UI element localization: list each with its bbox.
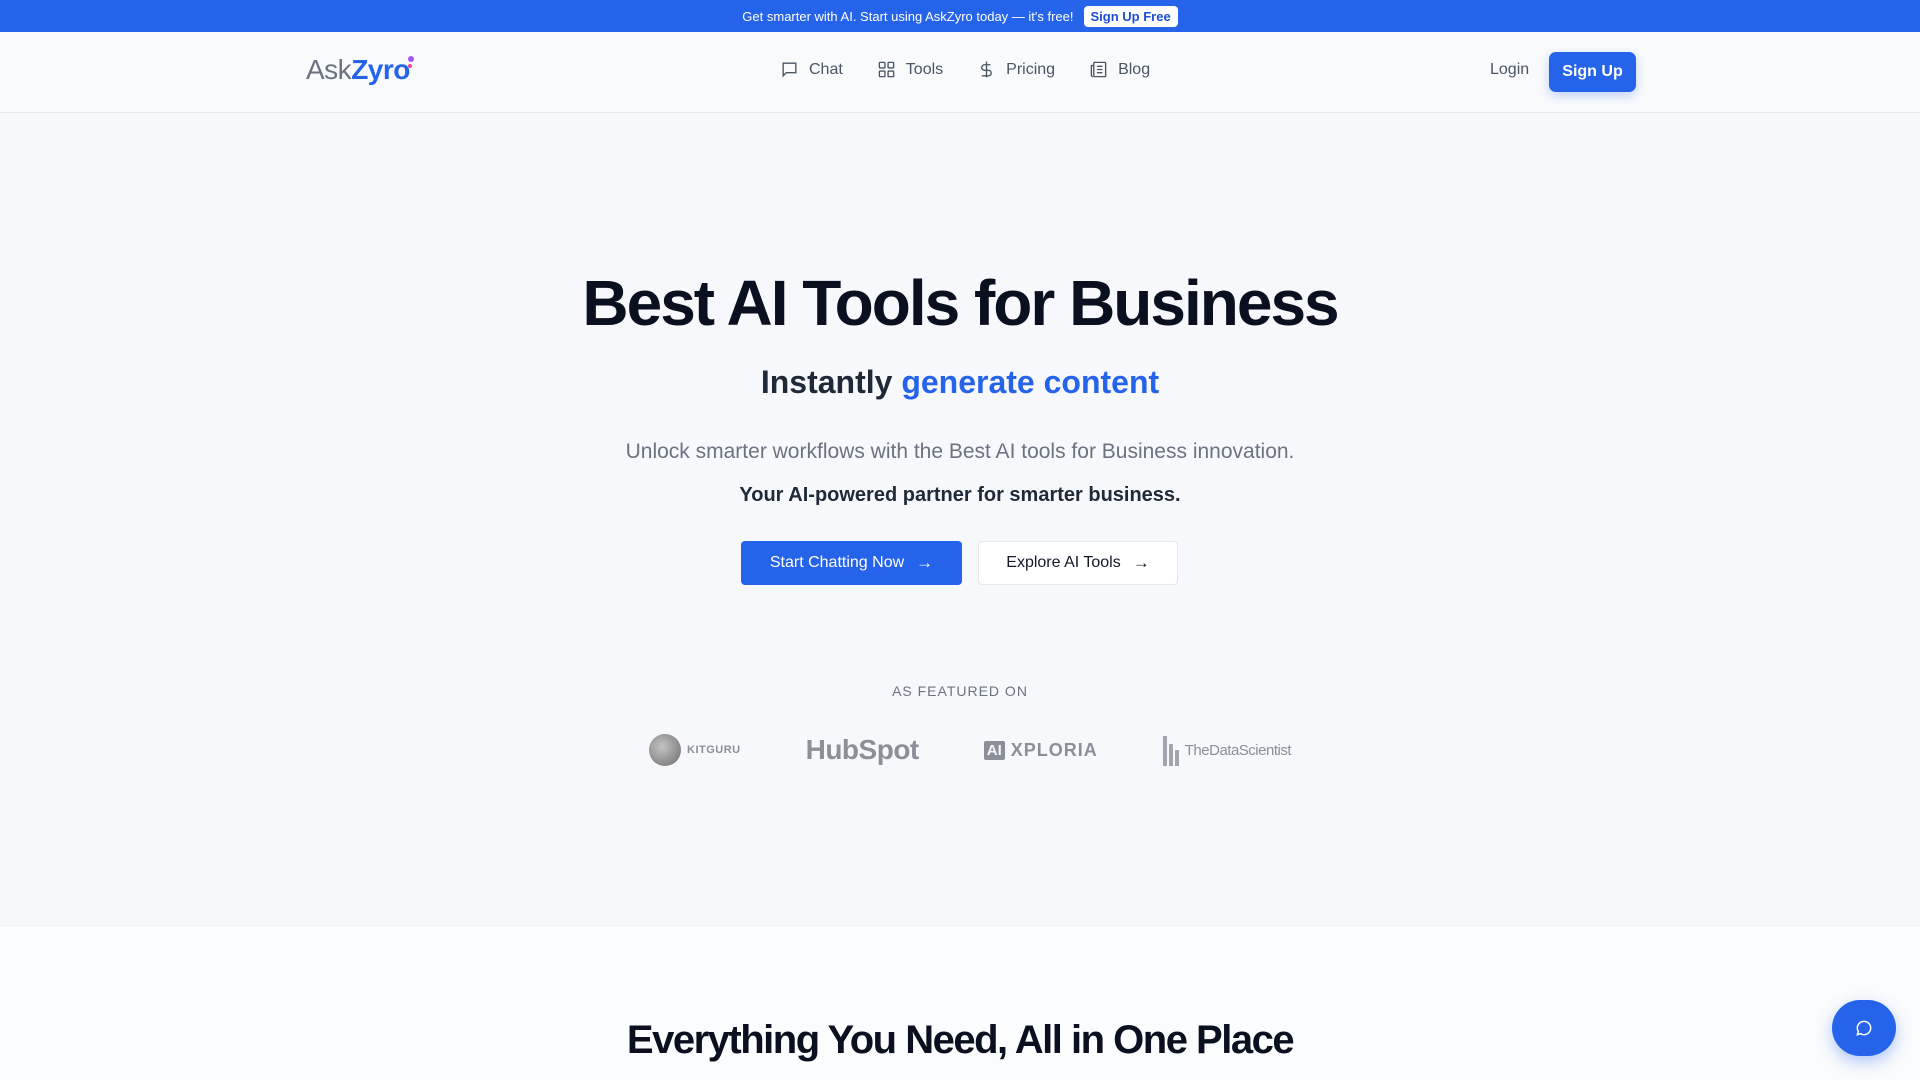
thedatascientist-text: TheDataScientist: [1184, 741, 1292, 759]
hubspot-text: HubSpot: [805, 734, 920, 765]
hubspot-logo: HubSpot: [805, 734, 920, 766]
hero-subtitle: Instantly generate content: [0, 364, 1920, 401]
nav-label-tools: Tools: [905, 60, 944, 78]
logo-prefix: Ask: [306, 54, 352, 85]
aixploria-logo: AI XPLORIA: [983, 739, 1098, 761]
bars-icon: [1162, 734, 1179, 766]
featured-logos: KITGURU HubSpot AI XPLORIA TheDataScient…: [649, 730, 1292, 770]
signup-button[interactable]: Sign Up: [1549, 52, 1636, 92]
nav-label-chat: Chat: [809, 60, 843, 78]
main-nav: Chat Tools Pricing Blog: [780, 60, 1150, 79]
features-title: Everything You Need, All in One Place: [626, 1018, 1295, 1062]
signup-free-button[interactable]: Sign Up Free: [1083, 5, 1178, 27]
nav-label-blog: Blog: [1118, 60, 1151, 78]
aixploria-text: XPLORIA: [1010, 739, 1098, 760]
hero-cta-row: Start Chatting Now → Explore AI Tools →: [741, 541, 1178, 585]
dollar-icon: [981, 61, 993, 78]
hero-subtitle-accent: generate content: [901, 364, 1160, 400]
hero-subtitle-prefix: Instantly: [760, 364, 893, 400]
explore-tools-button[interactable]: Explore AI Tools →: [978, 541, 1178, 585]
logo-dot-secondary: [407, 64, 412, 68]
grid-icon: [878, 61, 895, 78]
chat-widget-button[interactable]: [1832, 1000, 1896, 1056]
nav-item-tools[interactable]: Tools: [877, 60, 943, 79]
kitguru-text: KITGURU: [687, 744, 741, 756]
chat-bubble-icon: [1856, 1020, 1872, 1036]
arrow-right-icon: →: [1132, 553, 1150, 572]
aixploria-box: AI: [983, 740, 1005, 760]
start-chatting-button[interactable]: Start Chatting Now →: [741, 541, 962, 585]
logo-dot: [407, 56, 414, 62]
nav-item-chat[interactable]: Chat: [780, 60, 843, 79]
announcement-bar: Get smarter with AI. Start using AskZyro…: [0, 0, 1920, 32]
featured-label: AS FEATURED ON: [892, 683, 1028, 699]
hero-description: Unlock smarter workflows with the Best A…: [625, 440, 1295, 463]
thedatascientist-logo: TheDataScientist: [1162, 734, 1292, 766]
logo-suffix: Zyro: [351, 54, 414, 86]
nav-label-pricing: Pricing: [1006, 60, 1056, 78]
chat-icon: [782, 62, 797, 78]
hero-title: Best AI Tools for Business: [582, 267, 1339, 339]
start-chatting-label: Start Chatting Now: [769, 554, 905, 571]
nav-item-pricing[interactable]: Pricing: [977, 60, 1055, 79]
hero-tagline: Your AI-powered partner for smarter busi…: [739, 484, 1181, 506]
site-header: Ask Zyro Chat Tools Pricing Blog Login S…: [0, 32, 1920, 113]
askzyro-logo[interactable]: Ask Zyro: [306, 54, 414, 86]
kitguru-emblem: [649, 734, 681, 766]
newspaper-icon: [1090, 61, 1107, 78]
announcement-text: Get smarter with AI. Start using AskZyro…: [742, 8, 1074, 24]
explore-tools-label: Explore AI Tools: [1006, 554, 1121, 571]
nav-item-blog[interactable]: Blog: [1089, 60, 1150, 79]
login-link[interactable]: Login: [1490, 61, 1529, 79]
logo-suffix-text: Zyro: [351, 54, 410, 85]
features-section: Everything You Need, All in One Place: [0, 925, 1920, 1080]
kitguru-logo: KITGURU: [649, 734, 741, 766]
arrow-right-icon: →: [916, 553, 934, 572]
